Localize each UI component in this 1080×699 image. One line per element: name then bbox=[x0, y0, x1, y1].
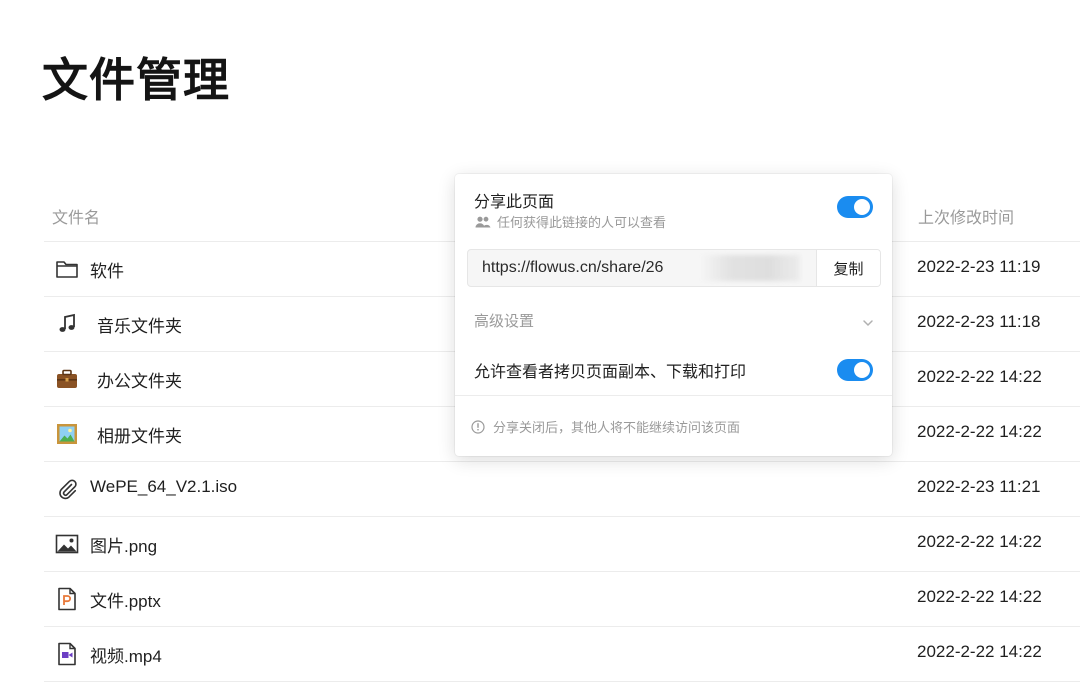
divider bbox=[455, 395, 892, 396]
file-name: 相册文件夹 bbox=[97, 427, 182, 446]
video-file-icon bbox=[55, 642, 79, 666]
modified-time: 2022-2-22 14:22 bbox=[917, 587, 1042, 606]
picture-frame-icon bbox=[55, 422, 79, 446]
advanced-settings-label: 高级设置 bbox=[474, 312, 535, 330]
pptx-file-icon bbox=[55, 587, 79, 611]
table-row[interactable]: 视频.mp4 2022-2-22 14:22 bbox=[44, 627, 1080, 682]
share-subtitle-text: 任何获得此链接的人可以查看 bbox=[497, 216, 667, 231]
advanced-settings-toggle[interactable]: 高级设置 bbox=[455, 304, 892, 334]
share-toggle[interactable] bbox=[837, 196, 873, 218]
share-subtitle: 任何获得此链接的人可以查看 bbox=[475, 212, 666, 231]
modified-time: 2022-2-23 11:19 bbox=[917, 257, 1041, 276]
column-header-modified[interactable]: 上次修改时间 bbox=[918, 204, 1014, 228]
allow-copy-label: 允许查看者拷贝页面副本、下载和打印 bbox=[474, 362, 747, 381]
file-name: 软件 bbox=[90, 262, 124, 281]
chevron-down-icon bbox=[862, 312, 874, 331]
folder-icon bbox=[55, 257, 79, 281]
modified-time: 2022-2-22 14:22 bbox=[917, 642, 1042, 661]
column-header-name[interactable]: 文件名 bbox=[52, 204, 100, 228]
modified-time: 2022-2-23 11:18 bbox=[917, 312, 1041, 331]
table-row[interactable]: WePE_64_V2.1.iso 2022-2-23 11:21 bbox=[44, 462, 1080, 517]
modified-time: 2022-2-23 11:21 bbox=[917, 477, 1041, 496]
share-popover: 分享此页面 任何获得此链接的人可以查看 复制 高级设置 允许查看者拷贝页面副本、… bbox=[455, 174, 892, 456]
share-link-box: 复制 bbox=[467, 249, 881, 287]
table-row[interactable]: 文件.pptx 2022-2-22 14:22 bbox=[44, 572, 1080, 627]
file-name: WePE_64_V2.1.iso bbox=[90, 477, 238, 496]
file-name: 视频.mp4 bbox=[90, 647, 162, 666]
modified-time: 2022-2-22 14:22 bbox=[917, 532, 1042, 551]
file-name: 文件.pptx bbox=[90, 592, 161, 611]
music-note-icon bbox=[55, 312, 79, 336]
page-title: 文件管理 bbox=[42, 53, 230, 107]
info-icon bbox=[471, 419, 485, 434]
file-name: 图片.png bbox=[90, 537, 158, 556]
people-icon bbox=[475, 216, 491, 228]
image-file-icon bbox=[55, 532, 79, 556]
file-name: 办公文件夹 bbox=[97, 372, 182, 391]
file-name: 音乐文件夹 bbox=[97, 317, 182, 336]
share-notice-text: 分享关闭后，其他人将不能继续访问该页面 bbox=[493, 421, 741, 436]
paperclip-icon bbox=[55, 477, 79, 501]
share-title: 分享此页面 bbox=[474, 192, 555, 211]
redacted-link-blur bbox=[700, 255, 800, 281]
modified-time: 2022-2-22 14:22 bbox=[917, 367, 1042, 386]
modified-time: 2022-2-22 14:22 bbox=[917, 422, 1042, 441]
share-notice: 分享关闭后，其他人将不能继续访问该页面 bbox=[471, 417, 740, 436]
table-row[interactable]: 图片.png 2022-2-22 14:22 bbox=[44, 517, 1080, 572]
briefcase-icon bbox=[55, 367, 79, 391]
allow-copy-toggle[interactable] bbox=[837, 359, 873, 381]
copy-button[interactable]: 复制 bbox=[816, 250, 880, 286]
